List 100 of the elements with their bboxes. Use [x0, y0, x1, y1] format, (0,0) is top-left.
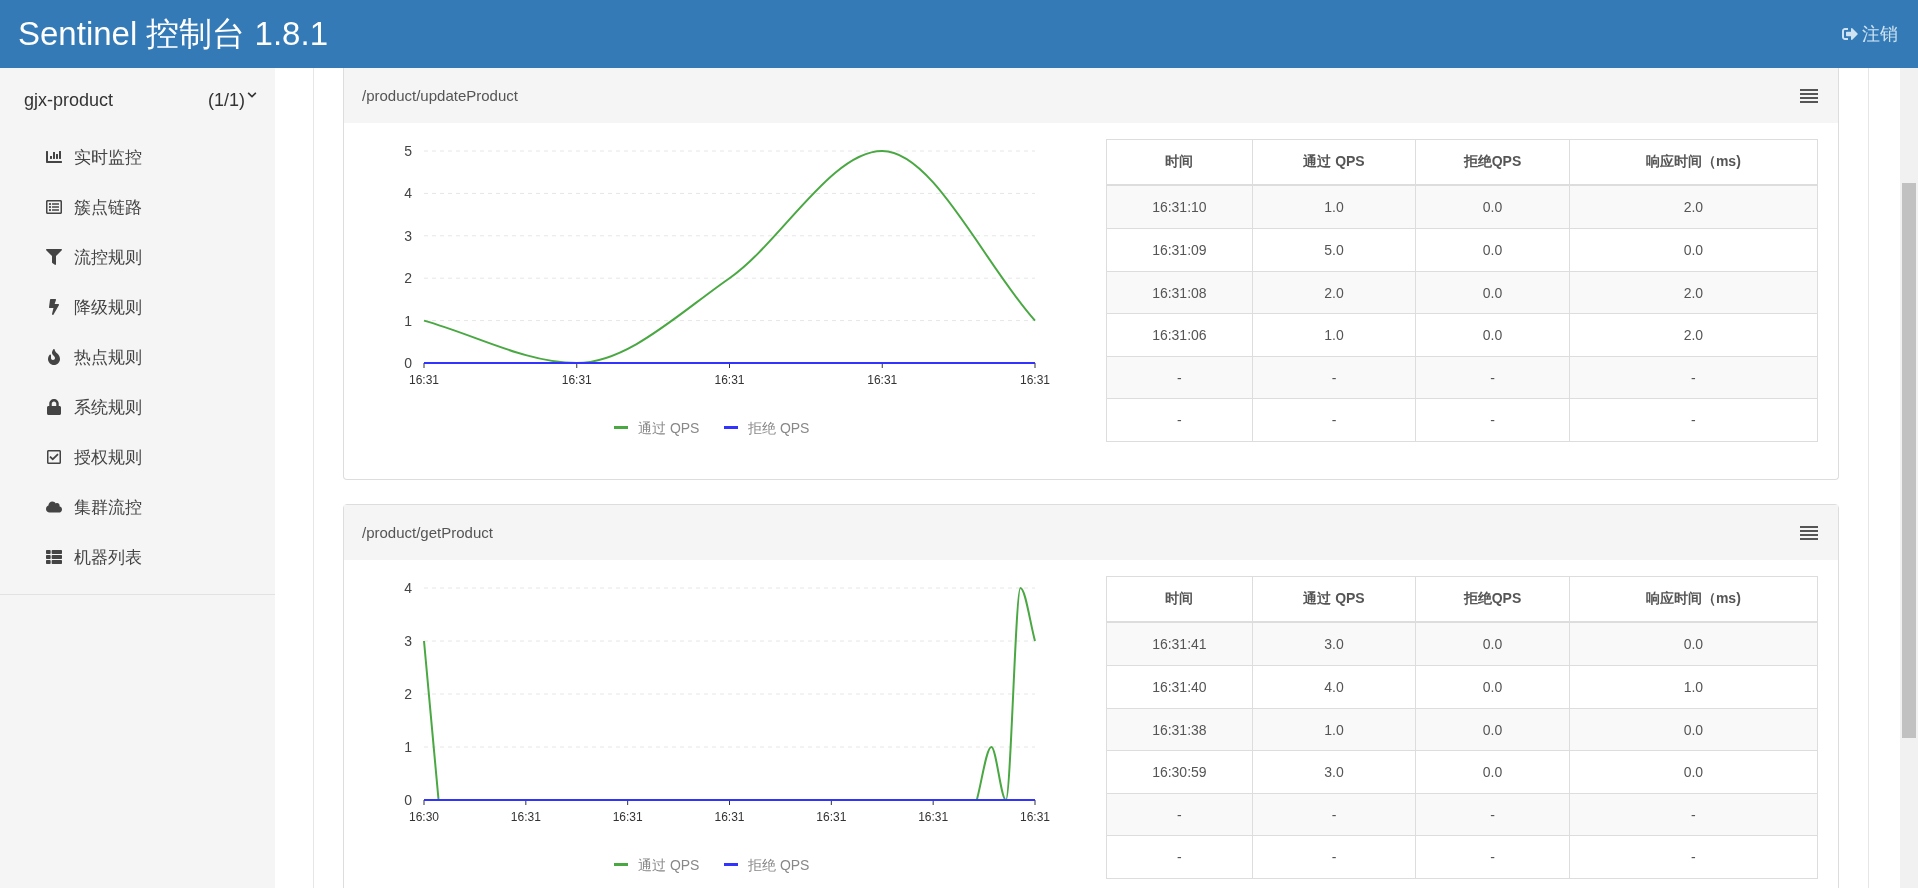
nav-link[interactable]: 簇点链路 — [74, 195, 142, 219]
table-cell: - — [1415, 356, 1570, 399]
table-cell: 0.0 — [1415, 665, 1570, 709]
y-tick-label: 3 — [404, 227, 412, 244]
table-cell: - — [1252, 793, 1416, 836]
nav-link[interactable]: 流控规则 — [74, 245, 142, 269]
table-cell: 16:30:59 — [1106, 750, 1253, 794]
table-cell: 0.0 — [1415, 271, 1570, 314]
table-cell: 0.0 — [1415, 708, 1570, 751]
chevron-down-icon[interactable] — [247, 89, 257, 100]
table-cell: 16:31:06 — [1106, 313, 1253, 357]
x-tick-label: 16:31 — [1020, 373, 1050, 387]
legend-swatch — [614, 426, 628, 429]
x-tick-label: 16:30 — [409, 810, 439, 824]
table-cell: 16:31:40 — [1106, 665, 1253, 709]
table-cell: 2.0 — [1252, 271, 1416, 314]
nav-link[interactable]: 集群流控 — [74, 495, 142, 519]
y-tick-label: 0 — [404, 355, 412, 371]
table-cell: 0.0 — [1569, 622, 1818, 666]
nav-link[interactable]: 降级规则 — [74, 295, 142, 319]
x-tick-label: 16:31 — [409, 373, 439, 387]
x-tick-label: 16:31 — [612, 810, 643, 824]
x-tick-label: 16:31 — [510, 810, 541, 824]
nav-link[interactable]: 热点规则 — [74, 345, 142, 369]
bar-chart-icon — [46, 149, 62, 165]
table-cell: 16:31:41 — [1106, 622, 1253, 666]
y-tick-label: 4 — [404, 580, 412, 596]
nav-link[interactable]: 系统规则 — [74, 395, 142, 419]
table-cell: - — [1569, 398, 1818, 442]
table-cell: 0.0 — [1415, 750, 1570, 794]
table-cell: 0.0 — [1569, 750, 1818, 794]
legend-label[interactable]: 通过 QPS — [638, 420, 700, 436]
grid-list-icon — [46, 549, 62, 565]
table-cell: - — [1106, 398, 1253, 442]
lock-icon — [46, 399, 62, 415]
app-title: Sentinel 控制台 1.8.1 — [18, 13, 328, 54]
table-cell: - — [1569, 835, 1818, 879]
legend-swatch — [724, 426, 738, 429]
y-tick-label: 1 — [404, 312, 412, 329]
nav-link[interactable]: 实时监控 — [74, 145, 142, 169]
table-cell: - — [1106, 356, 1253, 399]
legend-swatch — [724, 863, 738, 866]
list-icon — [46, 199, 62, 215]
table-cell: 16:31:08 — [1106, 271, 1253, 314]
table-cell: 3.0 — [1252, 622, 1416, 666]
filter-icon — [46, 249, 62, 265]
table-cell: - — [1252, 398, 1416, 442]
table-cell: - — [1415, 793, 1570, 836]
table-cell: 16:31:09 — [1106, 228, 1253, 272]
nav-link[interactable]: 机器列表 — [74, 545, 142, 569]
scrollbar-thumb[interactable] — [1902, 183, 1916, 738]
y-tick-label: 4 — [404, 185, 412, 202]
lightning-icon — [46, 299, 62, 315]
table-cell: 3.0 — [1252, 750, 1416, 794]
x-tick-label: 16:31 — [918, 810, 949, 824]
table-cell: 2.0 — [1569, 185, 1818, 229]
checkbox-icon — [46, 449, 62, 465]
legend-swatch — [614, 863, 628, 866]
table-cell: 1.0 — [1252, 708, 1416, 751]
table-cell: 2.0 — [1569, 313, 1818, 357]
y-tick-label: 2 — [404, 270, 412, 287]
table-cell: 0.0 — [1415, 622, 1570, 666]
x-tick-label: 16:31 — [1020, 810, 1050, 824]
table-cell: - — [1106, 835, 1253, 879]
legend-label[interactable]: 通过 QPS — [638, 857, 700, 873]
table-cell: - — [1252, 835, 1416, 879]
x-tick-label: 16:31 — [561, 373, 592, 387]
x-tick-label: 16:31 — [867, 373, 898, 387]
logout-link[interactable]: 注销 — [1842, 22, 1898, 46]
table-cell: 4.0 — [1252, 665, 1416, 709]
app-count: (1/1) — [208, 89, 245, 111]
table-cell: 1.0 — [1252, 185, 1416, 229]
table-cell: - — [1106, 793, 1253, 836]
table-cell: 16:31:10 — [1106, 185, 1253, 229]
table-cell: 16:31:38 — [1106, 708, 1253, 751]
table-cell: - — [1415, 835, 1570, 879]
menu-icon[interactable] — [1800, 525, 1818, 540]
table-cell: 0.0 — [1569, 228, 1818, 272]
logout-icon — [1842, 26, 1858, 42]
app-name[interactable]: gjx-product — [24, 89, 114, 111]
legend-label[interactable]: 拒绝 QPS — [748, 420, 810, 436]
table-cell: - — [1252, 356, 1416, 399]
table-cell: 0.0 — [1415, 228, 1570, 272]
table-cell: 0.0 — [1569, 708, 1818, 751]
table-cell: 0.0 — [1415, 313, 1570, 357]
fire-icon — [46, 349, 62, 365]
nav-link[interactable]: 授权规则 — [74, 445, 142, 469]
x-tick-label: 16:31 — [714, 373, 745, 387]
table-cell: 2.0 — [1569, 271, 1818, 314]
table-cell: 1.0 — [1252, 313, 1416, 357]
scrollbar[interactable] — [1900, 68, 1918, 888]
table-cell: 1.0 — [1569, 665, 1818, 709]
table-cell: - — [1415, 398, 1570, 442]
table-cell: - — [1569, 793, 1818, 836]
table-cell: - — [1569, 356, 1818, 399]
y-tick-label: 0 — [404, 792, 412, 808]
menu-icon[interactable] — [1800, 88, 1818, 103]
y-tick-label: 3 — [404, 633, 412, 649]
x-tick-label: 16:31 — [816, 810, 847, 824]
legend-label[interactable]: 拒绝 QPS — [748, 857, 810, 873]
